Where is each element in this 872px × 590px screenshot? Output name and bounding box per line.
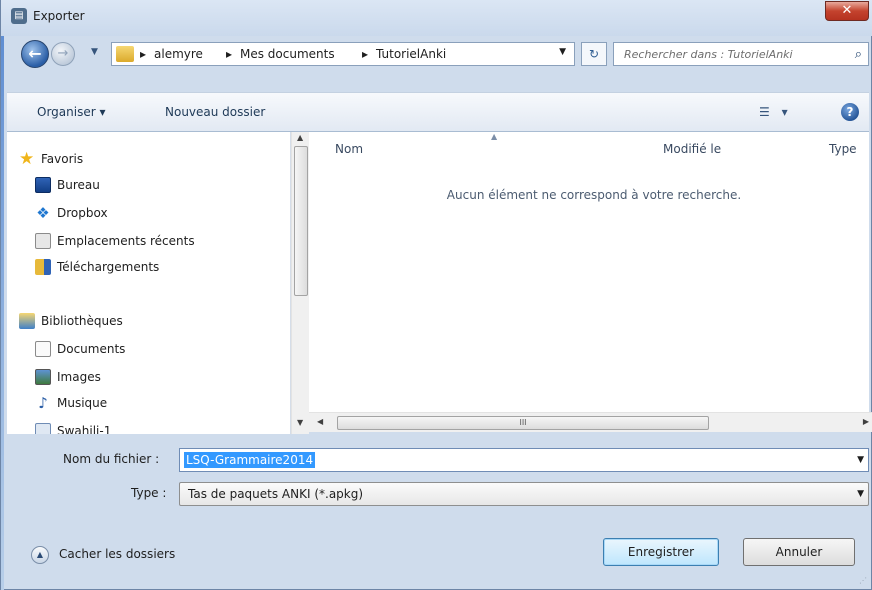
back-button[interactable]: ← [21, 40, 49, 68]
column-header-type[interactable]: Type [829, 142, 857, 156]
chevron-up-icon: ▲ [31, 546, 49, 564]
pictures-icon [35, 369, 51, 385]
breadcrumb-alemyre[interactable]: alemyre [154, 47, 203, 61]
sidebar-item-images[interactable]: Images [7, 366, 290, 388]
sidebar-item-label: Musique [57, 396, 108, 410]
address-dropdown-icon[interactable]: ▼ [559, 47, 566, 57]
scrollbar-thumb[interactable] [294, 146, 308, 296]
music-icon: ♪ [38, 394, 48, 412]
sidebar-item-label: Documents [57, 342, 126, 356]
forward-button[interactable]: → [51, 42, 75, 66]
title-bar[interactable]: ▤ Exporter ✕ [1, 0, 872, 36]
filetype-select[interactable]: Tas de paquets ANKI (*.apkg) ▼ [179, 482, 869, 506]
address-bar[interactable]: ▸ alemyre ▸ Mes documents ▸ TutorielAnki… [111, 42, 575, 66]
sidebar-item-label: Emplacements récents [57, 234, 195, 248]
sidebar-item-label: Bureau [57, 178, 100, 192]
sidebar-item-label: Dropbox [57, 206, 108, 220]
sidebar-item-musique[interactable]: ♪ Musique [7, 392, 290, 414]
refresh-button[interactable]: ↻ [581, 42, 607, 66]
filetype-dropdown-icon[interactable]: ▼ [857, 489, 864, 499]
hide-folders-label: Cacher les dossiers [59, 547, 176, 561]
filename-value: LSQ-Grammaire2014 [184, 452, 316, 468]
library-icon [35, 423, 51, 434]
window-title: Exporter [33, 9, 85, 23]
dialog-app-icon: ▤ [11, 8, 27, 24]
folder-icon [116, 46, 134, 62]
filename-field[interactable]: LSQ-Grammaire2014 ▼ [179, 448, 869, 472]
column-header-modified[interactable]: Modifié le [663, 142, 721, 156]
scroll-left-icon[interactable]: ◀ [317, 417, 323, 426]
sidebar-item-swahili-1[interactable]: Swahili-1 [7, 420, 290, 434]
change-view-button[interactable]: ☰ ▾ [759, 105, 788, 119]
column-header-name[interactable]: Nom [335, 142, 363, 156]
close-button[interactable]: ✕ [825, 1, 869, 21]
command-bar: Organiser ▾ Nouveau dossier ☰ ▾ ? [7, 92, 869, 132]
save-button[interactable]: Enregistrer [603, 538, 719, 566]
sidebar-favorites-label: Favoris [41, 152, 84, 166]
view-dropdown-icon: ▾ [781, 105, 788, 119]
sidebar-item-label: Swahili-1 [57, 424, 112, 434]
filetype-value: Tas de paquets ANKI (*.apkg) [188, 487, 364, 501]
sidebar-item-label: Images [57, 370, 101, 384]
breadcrumb-separator-icon[interactable]: ▸ [362, 47, 368, 61]
sidebar-item-telechargements[interactable]: Téléchargements [7, 256, 290, 278]
star-icon: ★ [19, 149, 35, 169]
navigation-bar: ← → ▼ ▸ alemyre ▸ Mes documents ▸ Tutori… [1, 36, 872, 92]
empty-results-message: Aucun élément ne correspond à votre rech… [446, 188, 742, 202]
dropbox-icon: ❖ [36, 204, 50, 222]
export-dialog: ▤ Exporter ✕ ← → ▼ ▸ alemyre ▸ Mes docum… [0, 0, 872, 590]
search-icon[interactable]: ⌕ [855, 47, 862, 62]
sidebar-item-bureau[interactable]: Bureau [7, 174, 290, 196]
breadcrumb-mes-documents[interactable]: Mes documents [240, 47, 335, 61]
breadcrumb-tutorielanki[interactable]: TutorielAnki [376, 47, 446, 61]
scroll-down-icon[interactable]: ▼ [297, 418, 303, 427]
search-placeholder: Rechercher dans : TutorielAnki [624, 48, 793, 61]
sidebar-libraries-label: Bibliothèques [41, 314, 123, 328]
refresh-icon: ↻ [588, 47, 600, 61]
file-list-horizontal-scrollbar[interactable]: ◀ III ▶ [309, 412, 872, 432]
sidebar-item-label: Téléchargements [57, 260, 160, 274]
search-input[interactable]: Rechercher dans : TutorielAnki ⌕ [613, 42, 869, 66]
filetype-label: Type : [131, 486, 167, 500]
scrollbar-thumb[interactable]: III [337, 416, 709, 430]
scroll-up-icon[interactable]: ▲ [297, 133, 303, 142]
navigation-pane-scrollbar[interactable]: ▲ ▼ [291, 132, 309, 434]
help-icon[interactable]: ? [841, 103, 859, 121]
downloads-icon [35, 259, 51, 275]
recent-locations-dropdown-icon[interactable]: ▼ [91, 47, 98, 57]
breadcrumb-separator-icon[interactable]: ▸ [226, 47, 232, 61]
cancel-button[interactable]: Annuler [743, 538, 855, 566]
view-list-icon: ☰ [759, 105, 770, 119]
sidebar-item-documents[interactable]: Documents [7, 338, 290, 360]
breadcrumb-separator-icon[interactable]: ▸ [140, 47, 146, 61]
desktop-icon [35, 177, 51, 193]
filename-dropdown-icon[interactable]: ▼ [857, 455, 864, 465]
file-list[interactable]: ▲ Nom Modifié le Type Aucun élément ne c… [309, 132, 869, 412]
navigation-pane[interactable]: ★ Favoris Bureau ❖ Dropbox Emplacements … [7, 132, 291, 434]
scroll-right-icon[interactable]: ▶ [863, 417, 869, 426]
resize-grip-icon[interactable]: ⋰ [859, 576, 867, 585]
libraries-icon [19, 313, 35, 329]
documents-icon [35, 341, 51, 357]
sidebar-item-favorites[interactable]: ★ Favoris [7, 148, 290, 170]
organize-menu[interactable]: Organiser ▾ [37, 105, 105, 119]
recent-places-icon [35, 233, 51, 249]
sidebar-item-emplacements-recents[interactable]: Emplacements récents [7, 230, 290, 252]
sidebar-item-bibliotheques[interactable]: Bibliothèques [7, 310, 290, 332]
sort-ascending-icon: ▲ [491, 132, 498, 141]
filename-label: Nom du fichier : [63, 452, 160, 466]
new-folder-button[interactable]: Nouveau dossier [165, 105, 265, 119]
sidebar-item-dropbox[interactable]: ❖ Dropbox [7, 202, 290, 224]
